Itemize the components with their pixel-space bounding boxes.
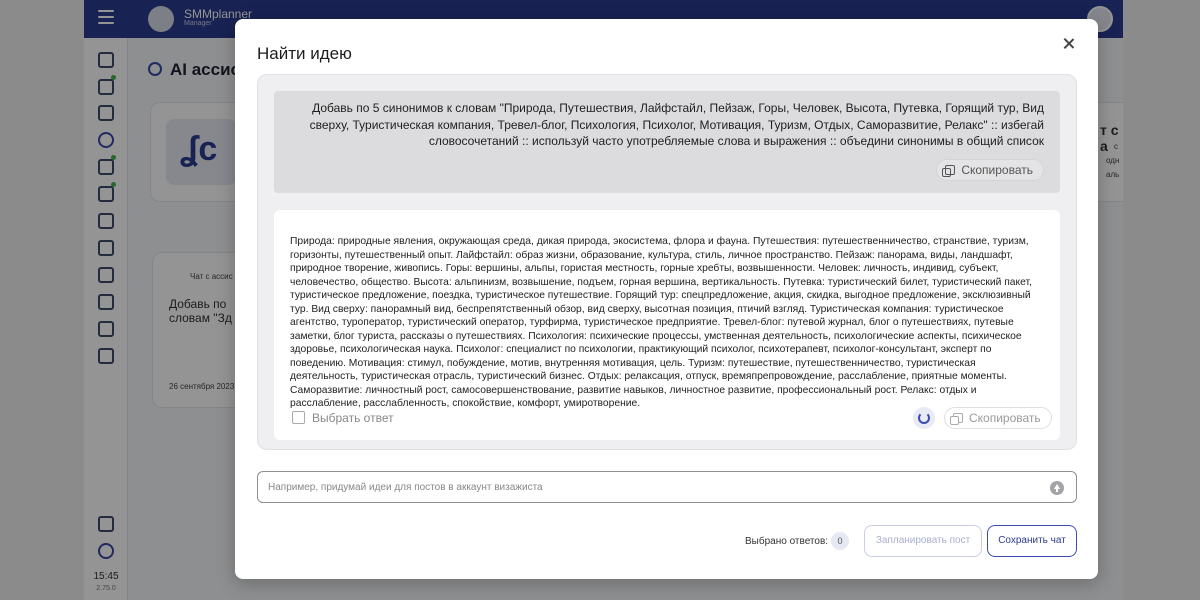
select-answer-label[interactable]: Выбрать ответ xyxy=(312,411,394,425)
close-icon[interactable] xyxy=(1062,37,1076,51)
select-answer-checkbox[interactable] xyxy=(292,411,305,424)
answer-message: Природа: природные явления, окружающая с… xyxy=(274,210,1060,440)
refresh-icon xyxy=(918,412,930,424)
send-arrow-icon[interactable] xyxy=(1050,481,1064,495)
copy-prompt-label: Скопировать xyxy=(961,163,1033,177)
selected-answers-label: Выбрано ответов: xyxy=(745,536,829,547)
copy-icon xyxy=(950,413,963,425)
answer-text: Природа: природные явления, окружающая с… xyxy=(290,236,1032,409)
copy-icon xyxy=(942,165,956,177)
find-idea-modal: Найти идею Добавь по 5 синонимов к слова… xyxy=(235,19,1098,579)
copy-answer-label: Скопировать xyxy=(969,411,1041,425)
prompt-input-box xyxy=(257,471,1077,503)
copy-answer-button[interactable]: Скопировать xyxy=(944,407,1052,429)
schedule-post-button[interactable]: Запланировать пост xyxy=(864,525,982,557)
save-chat-button[interactable]: Сохранить чат xyxy=(987,525,1077,557)
prompt-text: Добавь по 5 синонимов к словам "Природа,… xyxy=(309,101,1044,148)
regenerate-button[interactable] xyxy=(913,407,935,429)
selected-answers-count: 0 xyxy=(831,532,849,550)
chat-area[interactable]: Добавь по 5 синонимов к словам "Природа,… xyxy=(257,74,1077,450)
prompt-input[interactable] xyxy=(268,478,1038,496)
modal-title: Найти идею xyxy=(257,44,352,63)
copy-prompt-button[interactable]: Скопировать xyxy=(936,159,1044,181)
prompt-message: Добавь по 5 синонимов к словам "Природа,… xyxy=(274,91,1060,193)
